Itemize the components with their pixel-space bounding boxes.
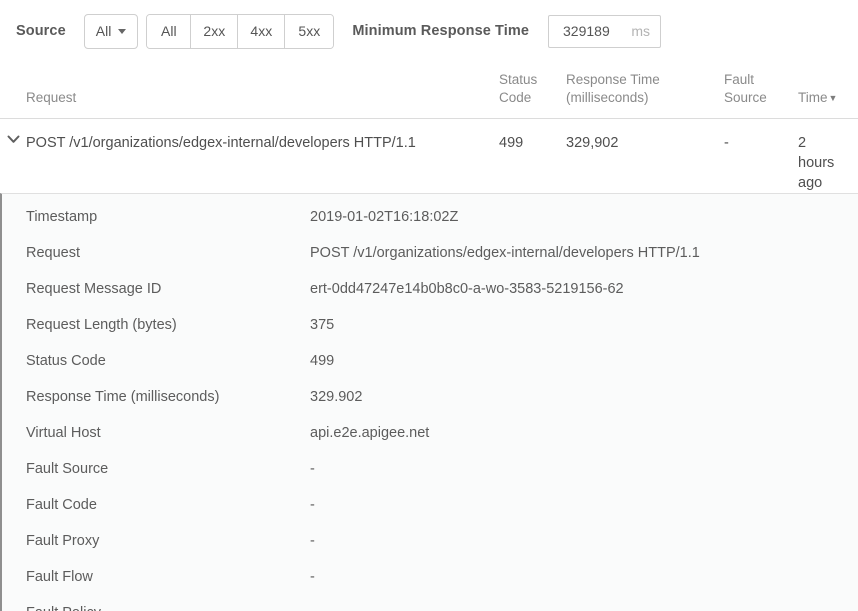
detail-value: POST /v1/organizations/edgex-internal/de…: [310, 235, 858, 271]
detail-row-fault-proxy: Fault Proxy -: [2, 523, 858, 559]
detail-value: ert-0dd47247e14b0b8c0-a-wo-3583-5219156-…: [310, 271, 858, 307]
detail-value: api.e2e.apigee.net: [310, 415, 858, 451]
header-fault-source: Fault Source: [724, 71, 798, 118]
detail-label: Request Message ID: [26, 271, 310, 307]
detail-value: -: [310, 559, 858, 595]
source-filter-value: All: [96, 23, 112, 39]
detail-row-virtual-host: Virtual Host api.e2e.apigee.net: [2, 415, 858, 451]
min-response-time-label: Minimum Response Time: [352, 23, 529, 39]
detail-label: Virtual Host: [26, 415, 310, 451]
table-header-row: Request Status Code Response Time (milli…: [0, 62, 858, 119]
row-fault-source: -: [724, 119, 798, 153]
detail-value: 499: [310, 343, 858, 379]
request-detail-panel: Timestamp 2019-01-02T16:18:02Z Request P…: [0, 193, 858, 611]
detail-label: Fault Code: [26, 487, 310, 523]
chevron-down-icon: [118, 29, 126, 34]
detail-row-timestamp: Timestamp 2019-01-02T16:18:02Z: [2, 199, 858, 235]
status-filter-all[interactable]: All: [147, 15, 191, 48]
detail-row-request-length: Request Length (bytes) 375: [2, 307, 858, 343]
detail-label: Request Length (bytes): [26, 307, 310, 343]
detail-label: Fault Flow: [26, 559, 310, 595]
source-label: Source: [16, 23, 66, 39]
header-time-sortable[interactable]: Time▼: [798, 89, 858, 118]
detail-row-fault-flow: Fault Flow -: [2, 559, 858, 595]
detail-label: Fault Source: [26, 451, 310, 487]
detail-value: 2019-01-02T16:18:02Z: [310, 199, 858, 235]
detail-label: Timestamp: [26, 199, 310, 235]
header-response-time: Response Time (milliseconds): [566, 71, 724, 118]
status-filter-4xx[interactable]: 4xx: [238, 15, 285, 48]
row-time: 2 hours ago: [798, 119, 858, 193]
detail-row-request: Request POST /v1/organizations/edgex-int…: [2, 235, 858, 271]
detail-row-fault-policy: Fault Policy -: [2, 595, 858, 611]
detail-value: -: [310, 451, 858, 487]
ms-unit-label: ms: [631, 23, 650, 39]
header-status-code: Status Code: [499, 71, 566, 118]
detail-label: Fault Proxy: [26, 523, 310, 559]
source-filter-dropdown[interactable]: All: [84, 14, 139, 49]
detail-label: Response Time (milliseconds): [26, 379, 310, 415]
row-status-code: 499: [499, 119, 566, 153]
detail-row-response-time: Response Time (milliseconds) 329.902: [2, 379, 858, 415]
status-code-filter-group: All 2xx 4xx 5xx: [146, 14, 334, 49]
status-filter-5xx[interactable]: 5xx: [285, 15, 333, 48]
detail-row-fault-code: Fault Code -: [2, 487, 858, 523]
header-time-label: Time: [798, 90, 828, 105]
min-response-time-field-wrap: ms: [548, 15, 661, 48]
detail-row-request-message-id: Request Message ID ert-0dd47247e14b0b8c0…: [2, 271, 858, 307]
chevron-down-icon: [7, 135, 20, 144]
header-spacer: [0, 107, 26, 118]
detail-row-fault-source: Fault Source -: [2, 451, 858, 487]
detail-value: -: [310, 595, 858, 611]
detail-value: -: [310, 523, 858, 559]
status-filter-2xx[interactable]: 2xx: [191, 15, 238, 48]
detail-value: 375: [310, 307, 858, 343]
table-row[interactable]: POST /v1/organizations/edgex-internal/de…: [0, 119, 858, 193]
row-expand-toggle[interactable]: [0, 119, 26, 144]
detail-label: Fault Policy: [26, 595, 310, 611]
min-response-time-input[interactable]: [549, 23, 617, 39]
detail-value: 329.902: [310, 379, 858, 415]
row-request: POST /v1/organizations/edgex-internal/de…: [26, 119, 499, 153]
detail-value: -: [310, 487, 858, 523]
header-request: Request: [26, 89, 499, 118]
detail-row-status-code: Status Code 499: [2, 343, 858, 379]
row-response-time: 329,902: [566, 119, 724, 153]
filter-toolbar: Source All All 2xx 4xx 5xx Minimum Respo…: [0, 0, 858, 62]
detail-label: Request: [26, 235, 310, 271]
sort-desc-icon: ▼: [829, 93, 838, 103]
detail-label: Status Code: [26, 343, 310, 379]
